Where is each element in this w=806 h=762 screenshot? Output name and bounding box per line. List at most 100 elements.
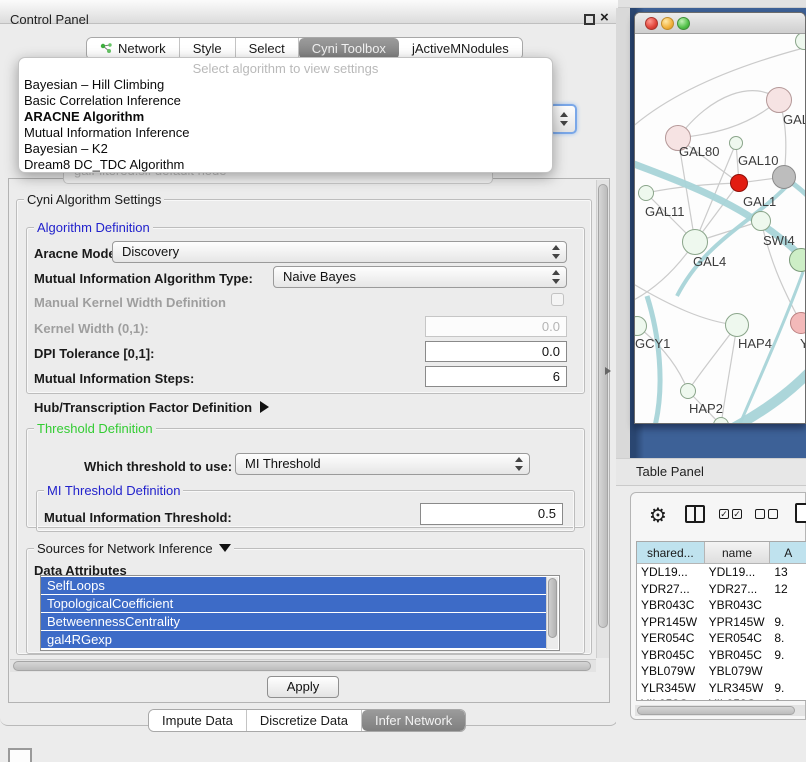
stepper-arrows-icon: [514, 457, 523, 471]
network-node[interactable]: [766, 87, 792, 113]
algorithm-option-selected[interactable]: ARACNE Algorithm: [19, 109, 552, 125]
checked-box-icon[interactable]: ✓: [719, 509, 729, 519]
node-label: GAL4: [693, 254, 726, 269]
hub-definition-toggle[interactable]: Hub/Transcription Factor Definition: [34, 400, 269, 415]
sources-title[interactable]: Sources for Network Inference: [34, 541, 234, 556]
network-node[interactable]: [751, 211, 771, 231]
network-node[interactable]: [790, 312, 805, 334]
network-node[interactable]: [725, 313, 749, 337]
mi-algorithm-type-combobox[interactable]: Naive Bayes: [273, 266, 567, 288]
list-scrollbar[interactable]: [546, 577, 558, 649]
table-header-row: shared... name A: [637, 542, 806, 564]
table-row[interactable]: YDL19...YDL19...13: [637, 564, 806, 581]
mi-steps-label: Mutual Information Steps:: [34, 371, 194, 386]
which-threshold-combobox[interactable]: MI Threshold: [235, 453, 530, 475]
settings-horizontal-scrollbar[interactable]: [10, 659, 596, 672]
settings-hscroll-thumb[interactable]: [13, 661, 591, 671]
algorithm-combobox-fragment[interactable]: [549, 104, 577, 134]
network-icon: [100, 42, 113, 55]
algorithm-option[interactable]: Dream8 DC_TDC Algorithm: [19, 157, 552, 173]
dpi-tolerance-label: DPI Tolerance [0,1]:: [34, 346, 154, 361]
tab-impute-data[interactable]: Impute Data: [149, 710, 247, 731]
corner-widget[interactable]: [8, 748, 32, 762]
tab-infer-network[interactable]: Infer Network: [362, 710, 465, 731]
attribute-item-selected[interactable]: BetweennessCentrality: [41, 613, 546, 630]
attribute-item-selected[interactable]: TopologicalCoefficient: [41, 595, 546, 612]
node-table: shared... name A YDL19...YDL19...13 YDR2…: [636, 541, 806, 701]
table-hscroll-thumb[interactable]: [637, 706, 795, 715]
unchecked-box-icon[interactable]: [768, 509, 778, 519]
table-row[interactable]: YBR043CYBR043C: [637, 597, 806, 614]
column-layout-icon[interactable]: [685, 505, 705, 523]
node-label: GAL11: [645, 204, 685, 219]
float-window-icon[interactable]: [584, 14, 595, 25]
algorithm-option[interactable]: Bayesian – Hill Climbing: [19, 77, 552, 93]
expand-right-icon: [260, 401, 269, 413]
close-traffic-light-icon[interactable]: [645, 17, 658, 30]
zoom-traffic-light-icon[interactable]: [677, 17, 690, 30]
tab-select[interactable]: Select: [236, 38, 299, 59]
column-header[interactable]: A: [770, 542, 806, 563]
node-label: Y: [800, 336, 805, 351]
panel-splitter-arrow[interactable]: [605, 367, 611, 375]
list-scrollbar-thumb[interactable]: [548, 578, 557, 638]
new-table-icon[interactable]: [795, 503, 806, 523]
attribute-item-selected[interactable]: SelfLoops: [41, 577, 546, 594]
which-threshold-label: Which threshold to use:: [84, 459, 232, 474]
table-row[interactable]: YLR345WYLR345W9.: [637, 680, 806, 697]
node-label: GCY1: [635, 336, 670, 351]
network-node[interactable]: [730, 174, 748, 192]
data-attributes-list[interactable]: SelfLoops TopologicalCoefficient Between…: [40, 575, 560, 651]
unchecked-box-icon[interactable]: [755, 509, 765, 519]
network-node[interactable]: [682, 229, 708, 255]
table-panel-window: ⚙ ✓ ✓ shared... name A YDL19...YDL19...1…: [630, 492, 806, 720]
table-row[interactable]: YIL052CYIL052C9: [637, 696, 806, 701]
mi-threshold-field[interactable]: 0.5: [420, 503, 563, 525]
checked-box-icon[interactable]: ✓: [732, 509, 742, 519]
algorithm-option[interactable]: Bayesian – K2: [19, 141, 552, 157]
network-node[interactable]: [680, 383, 696, 399]
algorithm-dropdown-popup: Select algorithm to view settings Bayesi…: [18, 57, 553, 173]
algorithm-definition-title: Algorithm Definition: [34, 220, 153, 235]
aracne-mode-combobox[interactable]: Discovery: [112, 241, 567, 263]
network-canvas[interactable]: GAL8 GAL80 GAL10 GAL1 SWI4 GAL11 GAL4 GC…: [635, 34, 805, 423]
settings-vertical-scrollbar[interactable]: [596, 180, 609, 658]
node-label: SWI4: [763, 233, 795, 248]
kernel-width-field[interactable]: 0.0: [425, 316, 567, 337]
algorithm-option[interactable]: Basic Correlation Inference: [19, 93, 552, 109]
tab-jactivemnodules[interactable]: jActiveMNodules: [399, 38, 522, 59]
algorithm-option[interactable]: Mutual Information Inference: [19, 125, 552, 141]
popup-prompt: Select algorithm to view settings: [19, 60, 552, 77]
tab-cyni-toolbox[interactable]: Cyni Toolbox: [299, 38, 399, 59]
network-window-titlebar[interactable]: [635, 13, 805, 34]
column-header-name[interactable]: name: [705, 542, 771, 563]
apply-button[interactable]: Apply: [267, 676, 339, 698]
tab-style[interactable]: Style: [180, 38, 236, 59]
table-row[interactable]: YDR27...YDR27...12: [637, 581, 806, 598]
attribute-item-selected[interactable]: gal4RGexp: [41, 631, 546, 648]
table-row[interactable]: YPR145WYPR145W9.: [637, 614, 806, 631]
dpi-tolerance-field[interactable]: 0.0: [425, 341, 567, 362]
settings-vscroll-thumb[interactable]: [598, 184, 608, 628]
node-label: GAL80: [679, 144, 719, 159]
table-row[interactable]: YER054CYER054C8.: [637, 630, 806, 647]
network-window[interactable]: GAL8 GAL80 GAL10 GAL1 SWI4 GAL11 GAL4 GC…: [634, 12, 806, 424]
tab-discretize-data[interactable]: Discretize Data: [247, 710, 362, 731]
close-icon[interactable]: ×: [600, 9, 609, 26]
table-toolbar: ⚙ ✓ ✓: [635, 501, 803, 535]
table-row[interactable]: YBL079WYBL079W: [637, 663, 806, 680]
column-header-shared-name[interactable]: shared...: [637, 542, 705, 563]
screen: Control Panel × Network Style Select Cyn…: [0, 0, 806, 762]
mi-steps-field[interactable]: 6: [425, 366, 567, 387]
table-row[interactable]: YBR045CYBR045C9.: [637, 647, 806, 664]
mi-threshold-label: Mutual Information Threshold:: [44, 510, 232, 525]
tab-network[interactable]: Network: [87, 38, 180, 59]
minimize-traffic-light-icon[interactable]: [661, 17, 674, 30]
network-node[interactable]: [729, 136, 743, 150]
manual-kernel-width-checkbox[interactable]: [551, 293, 564, 306]
network-node[interactable]: [772, 165, 796, 189]
bottom-tabbar: Impute Data Discretize Data Infer Networ…: [148, 709, 466, 732]
network-node[interactable]: [638, 185, 654, 201]
table-horizontal-scrollbar[interactable]: [635, 705, 805, 716]
gear-icon[interactable]: ⚙: [649, 503, 667, 528]
